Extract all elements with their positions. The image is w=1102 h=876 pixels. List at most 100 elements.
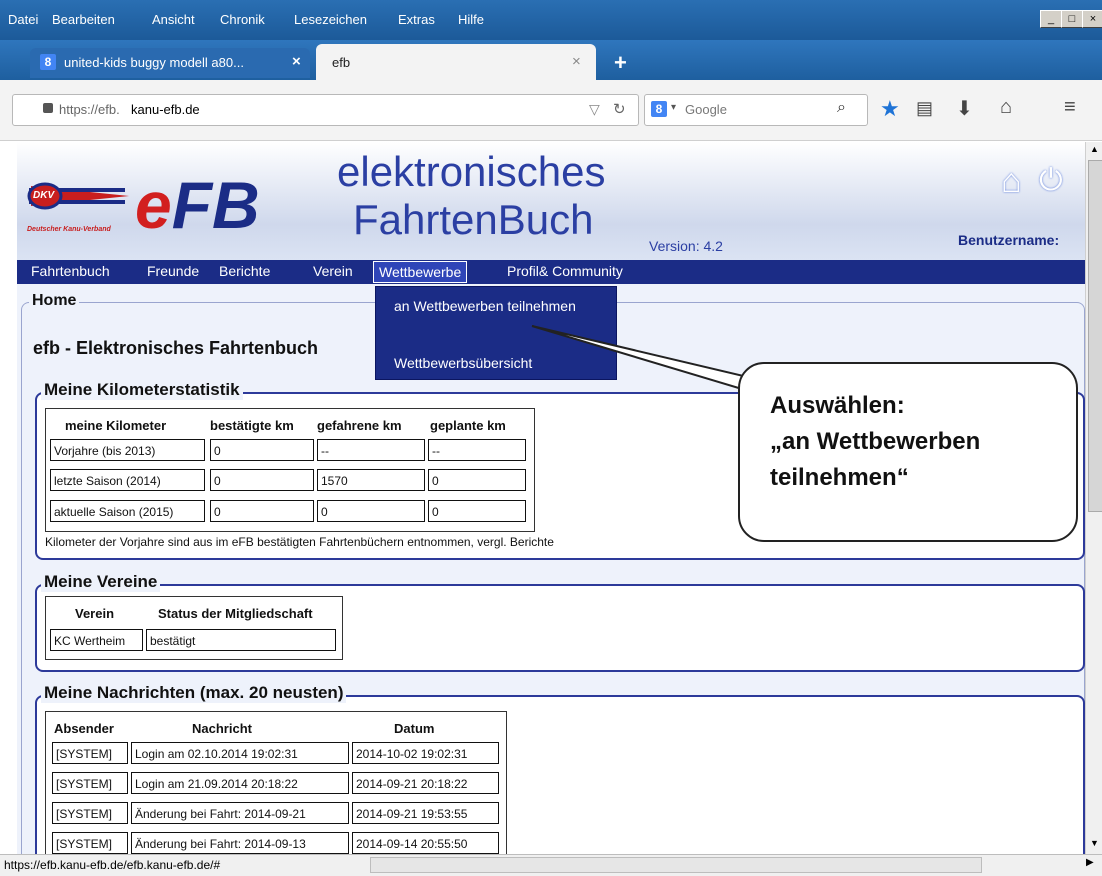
scroll-right-icon[interactable]: ▶ [1086, 857, 1094, 868]
status-bar: https://efb.kanu-efb.de/efb.kanu-efb.de/… [0, 854, 1102, 876]
nav-berichte[interactable]: Berichte [219, 263, 270, 279]
menu-datei[interactable]: Datei [8, 12, 38, 27]
menu-ansicht[interactable]: Ansicht [152, 12, 195, 27]
callout-line3: teilnehmen“ [770, 464, 909, 491]
message-cell: Login am 02.10.2014 19:02:31 [131, 742, 349, 764]
menu-hamburger-icon[interactable]: ≡ [1064, 96, 1076, 119]
km-col-header: gefahrene km [317, 418, 402, 433]
km-cell: 0 [428, 469, 526, 491]
minimize-button[interactable]: _ [1040, 10, 1062, 28]
clubs-col-header: Verein [75, 606, 115, 621]
messages-col-header: Datum [394, 721, 435, 736]
message-cell: [SYSTEM] [52, 772, 128, 794]
url-prefix: https://efb. [59, 102, 120, 117]
nav-verein[interactable]: Verein [313, 263, 353, 279]
message-cell: [SYSTEM] [52, 832, 128, 854]
nav-wettbewerbe[interactable]: Wettbewerbe [373, 261, 468, 283]
status-url: https://efb.kanu-efb.de/efb.kanu-efb.de/… [4, 858, 221, 872]
site-title-line2: FahrtenBuch [353, 196, 594, 243]
scroll-thumb[interactable] [1088, 160, 1102, 512]
menu-extras[interactable]: Extras [398, 12, 435, 27]
scroll-down-icon[interactable]: ▼ [1088, 838, 1101, 850]
menu-bar: Datei Bearbeiten Ansicht Chronik Lesezei… [0, 0, 1102, 40]
url-bar[interactable]: https://efb. kanu-efb.de ▽ ↻ [12, 94, 639, 126]
messages-legend: Meine Nachrichten (max. 20 neusten) [41, 683, 347, 703]
menu-bearbeiten[interactable]: Bearbeiten [52, 12, 115, 27]
site-title-line1: elektronisches [337, 148, 606, 195]
close-window-button[interactable]: × [1082, 10, 1102, 28]
username-label: Benutzername: [958, 232, 1060, 248]
horizontal-scrollbar[interactable] [370, 857, 982, 873]
message-cell: 2014-09-21 19:53:55 [352, 802, 499, 824]
maximize-button[interactable]: □ [1061, 10, 1083, 28]
km-col-header: bestätigte km [210, 418, 294, 433]
version-label: Version: 4.2 [649, 238, 723, 254]
km-cell: 1570 [317, 469, 425, 491]
download-icon[interactable]: ⬇ [956, 96, 973, 121]
menu-item-wettbewerbsuebersicht[interactable]: Wettbewerbsübersicht [394, 355, 532, 371]
chevron-down-icon[interactable]: ▾ [671, 102, 676, 113]
tab-efb[interactable]: efb × [316, 44, 596, 80]
tab-label: efb [332, 55, 351, 70]
menu-item-an-wettbewerben-teilnehmen[interactable]: an Wettbewerben teilnehmen [394, 297, 594, 315]
message-cell: [SYSTEM] [52, 802, 128, 824]
tab-united-kids[interactable]: 8 united-kids buggy modell a80... × [30, 48, 310, 78]
google-icon: 8 [651, 101, 667, 117]
reload-icon[interactable]: ↻ [613, 100, 626, 118]
km-col-header: meine Kilometer [65, 418, 167, 433]
search-bar[interactable]: 8 ▾ Google ⌕ [644, 94, 868, 126]
tab-label: united-kids buggy modell a80... [64, 55, 244, 70]
callout-line1: Auswählen: [770, 392, 905, 419]
km-cell: 0 [317, 500, 425, 522]
km-cell: -- [428, 439, 526, 461]
vertical-scrollbar[interactable]: ▲ ▼ [1085, 142, 1102, 854]
clubs-legend: Meine Vereine [41, 572, 161, 592]
search-icon[interactable]: ⌕ [837, 99, 846, 117]
clubs-cell: bestätigt [146, 629, 336, 651]
km-note: Kilometer der Vorjahre sind aus im eFB b… [45, 535, 554, 549]
message-cell: Login am 21.09.2014 20:18:22 [131, 772, 349, 794]
google-icon: 8 [40, 54, 56, 70]
km-cell: 0 [210, 500, 314, 522]
new-tab-button[interactable]: + [614, 50, 627, 76]
search-placeholder: Google [685, 102, 727, 117]
nav-freunde[interactable]: Freunde [147, 263, 199, 279]
dkv-badge: DKV [33, 190, 55, 201]
clubs-cell: KC Wertheim [50, 629, 143, 651]
menu-hilfe[interactable]: Hilfe [458, 12, 484, 27]
dropdown-icon[interactable]: ▽ [589, 101, 600, 118]
callout-pointer-joint [742, 384, 752, 414]
url-domain: kanu-efb.de [131, 102, 200, 117]
home-outline-icon[interactable]: ⌂ [1001, 162, 1022, 201]
nav-profil-community[interactable]: Profil& Community [507, 263, 623, 279]
message-cell: [SYSTEM] [52, 742, 128, 764]
clubs-col-header: Status der Mitgliedschaft [158, 606, 313, 621]
km-cell: 0 [428, 500, 526, 522]
message-cell: 2014-09-21 20:18:22 [352, 772, 499, 794]
site-header: DKV Deutscher Kanu-Verband eFB elektroni… [17, 142, 1085, 260]
power-icon[interactable]: ⏻ [1039, 164, 1063, 198]
message-cell: 2014-09-14 20:55:50 [352, 832, 499, 854]
km-cell: 0 [210, 469, 314, 491]
callout-line2: „an Wettbewerben [770, 428, 981, 455]
efb-logo: eFB [135, 168, 260, 242]
km-legend: Meine Kilometerstatistik [41, 380, 243, 400]
nav-fahrtenbuch[interactable]: Fahrtenbuch [31, 263, 110, 279]
close-tab-icon[interactable]: × [572, 53, 581, 70]
page-heading: efb - Elektronisches Fahrtenbuch [33, 338, 319, 358]
message-cell: Änderung bei Fahrt: 2014-09-21 [131, 802, 349, 824]
bookmark-star-icon[interactable]: ★ [880, 96, 900, 122]
menu-lesezeichen[interactable]: Lesezeichen [294, 12, 367, 27]
km-cell: aktuelle Saison (2015) [50, 500, 205, 522]
home-legend: Home [29, 292, 80, 310]
reading-list-icon[interactable]: ▤ [916, 98, 933, 119]
callout-bubble: Auswählen: „an Wettbewerben teilnehmen“ [738, 362, 1078, 542]
dkv-org-label: Deutscher Kanu-Verband [27, 226, 111, 233]
close-tab-icon[interactable]: × [292, 53, 301, 70]
scroll-up-icon[interactable]: ▲ [1088, 144, 1101, 156]
home-icon[interactable]: ⌂ [1000, 96, 1012, 119]
lock-icon [43, 103, 53, 113]
menu-chronik[interactable]: Chronik [220, 12, 265, 27]
km-cell: 0 [210, 439, 314, 461]
messages-col-header: Nachricht [192, 721, 252, 736]
